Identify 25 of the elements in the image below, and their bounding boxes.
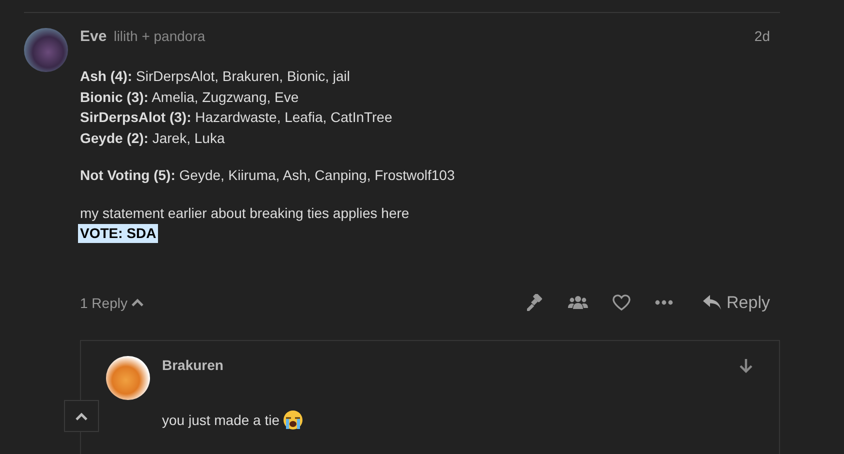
vote-count-line: Geyde (2): Jarek, Luka [80, 128, 226, 148]
heart-icon[interactable] [612, 294, 631, 311]
post-time[interactable]: 2d [754, 28, 770, 44]
chevron-up-icon [75, 412, 88, 420]
gavel-icon[interactable] [526, 294, 544, 311]
users-icon[interactable] [568, 295, 588, 310]
vote-count-line: Bionic (3): Amelia, Zugzwang, Eve [80, 88, 300, 107]
chevron-up-icon [131, 298, 144, 307]
scroll-up-button[interactable] [64, 400, 99, 432]
crying-face-icon [282, 410, 303, 430]
post-text: my statement earlier about breaking ties applies here [80, 204, 410, 223]
author-name[interactable]: Eve [80, 28, 107, 45]
user-title: lilith + pandora [114, 28, 206, 44]
more-icon[interactable] [655, 300, 674, 305]
user-avatar[interactable] [106, 356, 150, 400]
reply-text: you just made a tie [162, 412, 280, 428]
author-name[interactable]: Brakuren [162, 356, 224, 372]
arrow-down-icon[interactable] [739, 358, 753, 372]
reply-button[interactable]: Reply [686, 292, 780, 312]
vote-count-line: SirDerpsAlot (3): Hazardwaste, Leafia, CatInTree [80, 108, 394, 127]
reply-icon [702, 294, 722, 310]
not-voting-line: Not Voting (5): Geyde, Kiiruma, Ash, Canping, Frostwolf103 [80, 166, 456, 185]
vote-text: VOTE: SDA [78, 224, 158, 243]
vote-count-line: Ash (4): SirDerpsAlot, Brakuren, Bionic, jail [80, 67, 351, 86]
replies-toggle[interactable]: 1 Reply [80, 294, 144, 310]
